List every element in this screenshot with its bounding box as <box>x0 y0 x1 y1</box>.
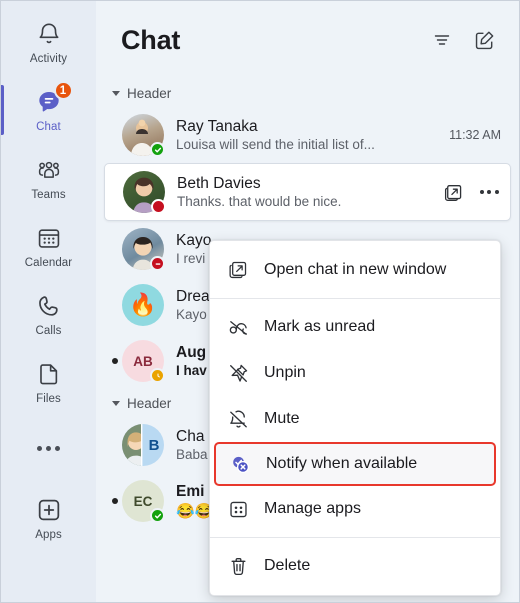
chat-item-timestamp: 11:32 AM <box>449 128 501 142</box>
chat-context-menu: Open chat in new window Mark as unread U… <box>209 240 501 596</box>
rail-item-more[interactable] <box>1 416 96 484</box>
more-options-icon[interactable] <box>478 181 500 203</box>
chat-list-item-beth-davies[interactable]: Beth Davies Thanks. that would be nice. <box>104 163 511 221</box>
rail-item-calls[interactable]: Calls <box>1 280 96 348</box>
unread-indicator-dot <box>112 498 118 504</box>
rail-item-label: Files <box>36 393 61 405</box>
rail-item-apps[interactable]: Apps <box>1 484 96 552</box>
avatar <box>123 171 166 214</box>
rail-item-label: Calls <box>35 325 62 337</box>
chat-item-text: Beth Davies Thanks. that would be nice. <box>177 175 434 209</box>
rail-item-label: Teams <box>31 189 66 201</box>
menu-item-label: Delete <box>264 557 311 574</box>
chat-pane-header: Chat <box>96 1 519 79</box>
calendar-icon <box>34 223 64 253</box>
menu-separator <box>210 537 500 538</box>
menu-item-mute[interactable]: Mute <box>210 396 500 442</box>
presence-available-icon <box>150 142 165 157</box>
chat-list-pane: Chat Header Ray Tanaka Louisa will send … <box>96 1 519 602</box>
rail-item-activity[interactable]: Activity <box>1 8 96 76</box>
header-actions <box>429 27 497 53</box>
presence-available-icon <box>150 508 165 523</box>
avatar <box>122 114 165 157</box>
menu-item-open-chat-in-new-window[interactable]: Open chat in new window <box>210 247 500 293</box>
mark-unread-icon <box>226 315 250 339</box>
chat-group-header[interactable]: Header <box>104 79 511 107</box>
bell-icon <box>34 19 64 49</box>
menu-item-label: Mark as unread <box>264 318 376 335</box>
rail-item-files[interactable]: Files <box>1 348 96 416</box>
open-in-new-window-icon[interactable] <box>442 181 464 203</box>
rail-item-chat[interactable]: 1 Chat <box>1 76 96 144</box>
delete-trash-icon <box>226 554 250 578</box>
app-rail: Activity 1 Chat Teams Calendar Calls Fil… <box>1 1 96 602</box>
menu-item-manage-apps[interactable]: Manage apps <box>210 486 500 532</box>
avatar <box>122 228 165 271</box>
chat-group-label: Header <box>127 395 172 411</box>
teams-chat-window: Activity 1 Chat Teams Calendar Calls Fil… <box>0 0 520 603</box>
menu-item-label: Manage apps <box>264 500 361 517</box>
avatar-initials-text: AB <box>133 353 153 369</box>
apps-plus-icon <box>34 495 64 525</box>
file-icon <box>34 359 64 389</box>
avatar-initials-text: B <box>148 436 160 454</box>
rail-item-teams[interactable]: Teams <box>1 144 96 212</box>
manage-apps-icon <box>226 497 250 521</box>
menu-item-unpin[interactable]: Unpin <box>210 350 500 396</box>
rail-item-label: Calendar <box>24 257 73 269</box>
chat-item-name: Beth Davies <box>177 175 261 192</box>
unpin-icon <box>226 361 250 385</box>
rail-item-calendar[interactable]: Calendar <box>1 212 96 280</box>
chevron-down-icon <box>112 90 120 96</box>
menu-separator <box>210 298 500 299</box>
page-title: Chat <box>121 24 181 55</box>
menu-item-label: Notify when available <box>266 455 418 472</box>
chat-unread-badge: 1 <box>53 81 73 100</box>
phone-icon <box>34 291 64 321</box>
chat-group-label: Header <box>127 85 172 101</box>
chat-icon: 1 <box>34 81 73 117</box>
compose-chat-icon[interactable] <box>471 27 497 53</box>
mute-bell-icon <box>226 407 250 431</box>
menu-item-notify-when-available[interactable]: Notify when available <box>214 442 496 486</box>
menu-item-label: Open chat in new window <box>264 261 447 278</box>
presence-busy-icon <box>151 199 166 214</box>
avatar: AB <box>122 340 165 383</box>
avatar: EC <box>122 480 165 523</box>
chevron-down-icon <box>112 400 120 406</box>
chat-item-text: Ray Tanaka Louisa will send the initial … <box>176 118 441 152</box>
teams-icon <box>34 155 64 185</box>
avatar-initials-text: EC <box>133 493 153 509</box>
chat-item-preview: Thanks. that would be nice. <box>177 194 342 209</box>
chat-list-item-ray-tanaka[interactable]: Ray Tanaka Louisa will send the initial … <box>104 107 511 163</box>
avatar-group-split: B <box>122 424 164 466</box>
notify-available-icon <box>228 452 252 476</box>
open-in-new-window-icon <box>226 258 250 282</box>
avatar: B <box>122 424 164 466</box>
filter-icon[interactable] <box>429 27 455 53</box>
chat-item-name: Ray Tanaka <box>176 118 258 135</box>
presence-dnd-icon <box>150 256 165 271</box>
menu-item-delete[interactable]: Delete <box>210 543 500 589</box>
rail-item-label: Apps <box>35 529 62 541</box>
menu-item-mark-as-unread[interactable]: Mark as unread <box>210 304 500 350</box>
unread-indicator-dot <box>112 358 118 364</box>
menu-item-label: Mute <box>264 410 300 427</box>
avatar-emoji-fire: 🔥 <box>122 284 164 326</box>
rail-item-label: Activity <box>29 53 68 65</box>
chat-item-hover-actions <box>442 181 500 203</box>
avatar: 🔥 <box>122 284 164 326</box>
presence-away-icon <box>150 368 165 383</box>
more-icon <box>34 433 64 463</box>
rail-item-label: Chat <box>36 121 61 133</box>
chat-item-preview: Louisa will send the initial list of... <box>176 137 375 152</box>
menu-item-label: Unpin <box>264 364 306 381</box>
